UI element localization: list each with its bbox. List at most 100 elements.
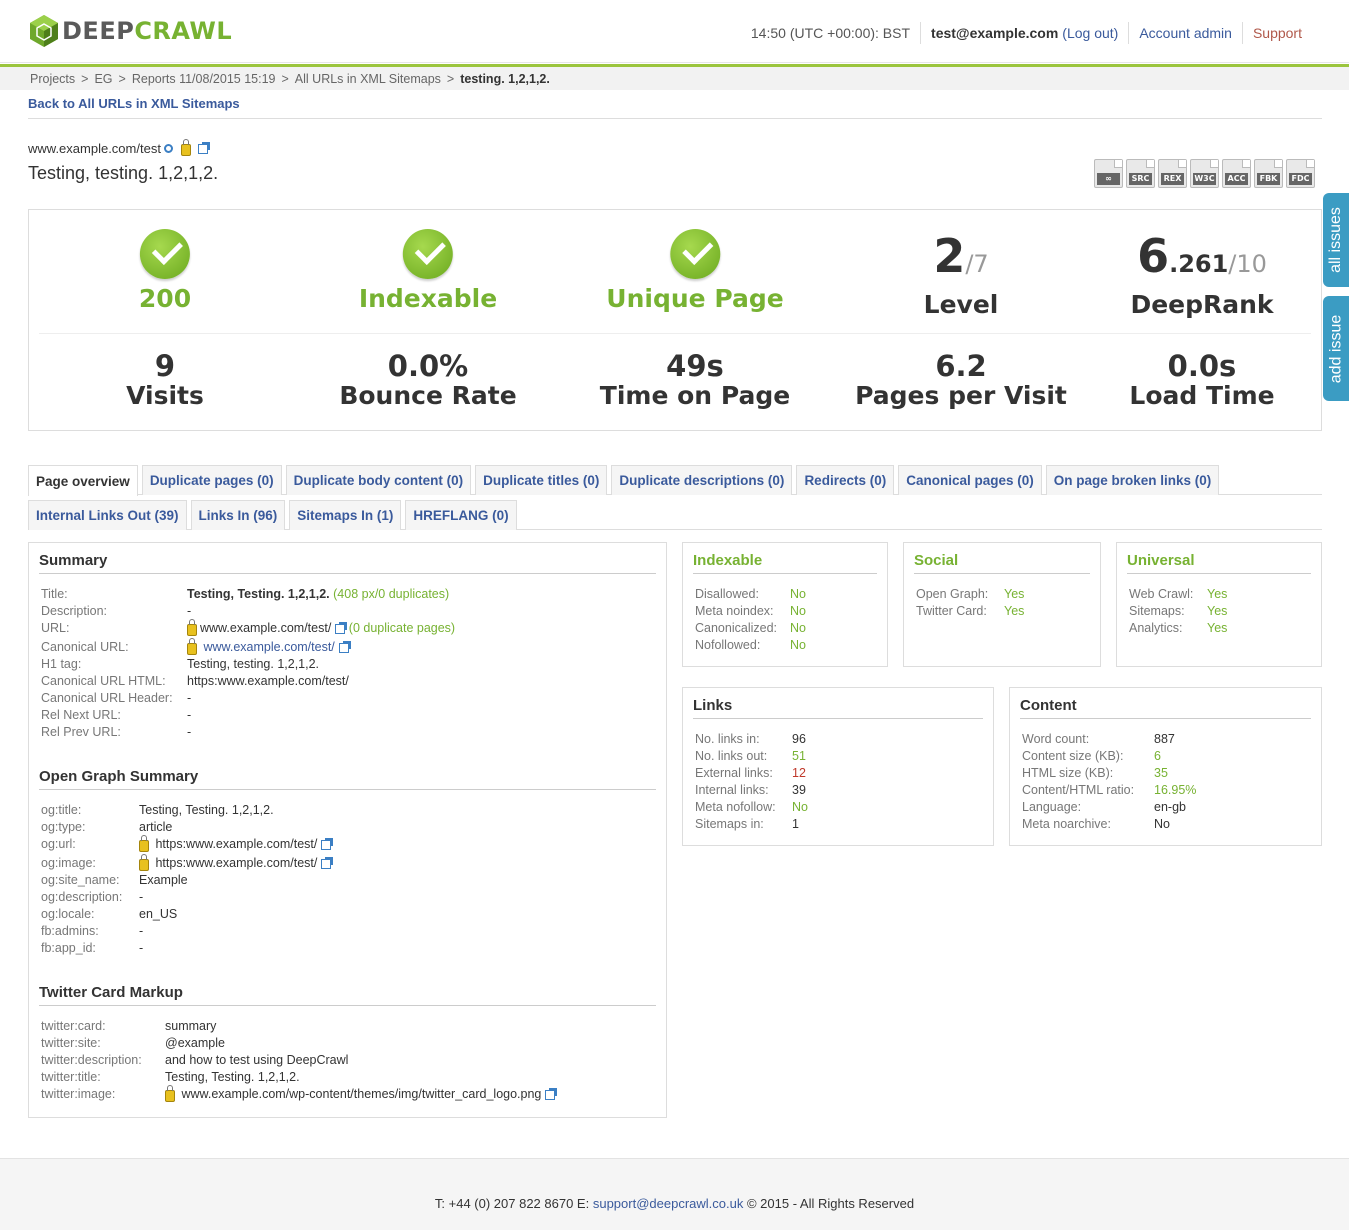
og-site-name: Example [139, 873, 188, 887]
twitter-title: Testing, Testing. 1,2,1,2. [165, 1070, 300, 1084]
fb-app-id: - [139, 941, 144, 955]
og-type: article [139, 820, 173, 834]
content-html-ratio-value: 16.95% [1154, 783, 1197, 797]
pages-per-visit-stat: 6.2 Pages per Visit [855, 349, 1067, 410]
og-description: - [139, 890, 144, 904]
tab-duplicate-titles[interactable]: Duplicate titles (0) [475, 465, 608, 495]
stats-box: 200 Indexable Unique Page 2/7 Level 6.26… [28, 209, 1322, 431]
canonical-url-link[interactable]: www.example.com/test/ [203, 639, 334, 656]
breadcrumb-separator: > [118, 71, 126, 86]
summary-heading: Summary [39, 543, 656, 574]
logo-text-crawl: CRAWL [134, 17, 233, 45]
analytics-value: Yes [1207, 621, 1228, 635]
og-image: https:www.example.com/test/ [155, 856, 318, 870]
language-value: en-gb [1154, 800, 1186, 814]
add-issue-tab[interactable]: add issue [1323, 296, 1349, 401]
indexable-panel: Indexable Disallowed: No Meta noindex: No … [682, 542, 888, 667]
w3c-tool-icon[interactable]: W3C [1190, 159, 1219, 188]
nofollowed-value: No [790, 638, 806, 652]
footer-phone: T: +44 (0) 207 822 8670 E: [434, 1196, 590, 1211]
tab-duplicate-body-content[interactable]: Duplicate body content (0) [285, 465, 472, 495]
lock-icon [139, 853, 149, 871]
indexable-heading: Indexable [693, 543, 877, 574]
src-tool-icon[interactable]: SRC [1126, 159, 1155, 188]
tab-redirects[interactable]: Redirects (0) [796, 465, 895, 495]
external-link-icon[interactable] [338, 640, 351, 653]
breadcrumb-separator: > [446, 71, 455, 86]
links-in-value: 96 [792, 732, 806, 746]
tab-broken-links[interactable]: On page broken links (0) [1045, 465, 1220, 495]
lock-icon [139, 834, 149, 852]
external-links-value[interactable]: 12 [792, 765, 806, 782]
all-issues-tab[interactable]: all issues [1323, 193, 1349, 287]
fbk-tool-icon[interactable]: FBK [1254, 159, 1283, 188]
twitter-site: @example [165, 1036, 225, 1050]
links-heading: Links [693, 688, 983, 719]
logo-cube-icon [30, 15, 58, 47]
sitemaps-value: Yes [1207, 604, 1228, 618]
external-link-icon[interactable] [321, 856, 334, 869]
account-admin-link[interactable]: Account admin [1139, 25, 1232, 41]
breadcrumb-eg[interactable]: EG [94, 72, 112, 86]
tab-hreflang[interactable]: HREFLANG (0) [405, 500, 517, 530]
check-icon [670, 229, 720, 279]
indexable-stat: Indexable [359, 229, 497, 313]
tab-duplicate-pages[interactable]: Duplicate pages (0) [141, 465, 282, 495]
visits-stat: 9 Visits [126, 349, 204, 410]
fdc-tool-icon[interactable]: FDC [1286, 159, 1315, 188]
links-panel: Links No. links in: 96 No. links out: 51 E… [682, 687, 994, 846]
logout-link[interactable]: (Log out) [1062, 25, 1118, 41]
twitter-description: and how to test using DeepCrawl [165, 1053, 349, 1067]
share-tool-icon[interactable]: ∞ [1094, 159, 1123, 188]
breadcrumb-report-type[interactable]: All URLs in XML Sitemaps [295, 72, 441, 86]
breadcrumb-separator: > [81, 71, 89, 86]
lock-icon [165, 1084, 175, 1102]
universal-heading: Universal [1127, 543, 1311, 574]
title-pixel-info[interactable]: (408 px/0 duplicates) [333, 586, 449, 603]
meta-noarchive-value: No [1154, 817, 1170, 831]
lock-icon [187, 618, 197, 636]
twitter-card-value: Yes [1004, 604, 1025, 618]
links-out-value[interactable]: 51 [792, 748, 806, 765]
word-count-value: 887 [1154, 732, 1175, 746]
social-panel: Social Open Graph: Yes Twitter Card: Yes [903, 542, 1101, 667]
support-link[interactable]: Support [1253, 25, 1302, 41]
breadcrumb-report[interactable]: Reports 11/08/2015 15:19 [132, 72, 276, 86]
page-title: Testing, testing. 1,2,1,2. [28, 163, 219, 183]
tab-links-in[interactable]: Links In (96) [190, 500, 286, 530]
og-locale: en_US [139, 907, 178, 921]
bounce-rate-stat: 0.0% Bounce Rate [339, 349, 517, 410]
back-link[interactable]: Back to All URLs in XML Sitemaps [28, 96, 240, 111]
summary-rel-next: - [187, 708, 192, 722]
time-on-page-stat: 49s Time on Page [599, 349, 791, 410]
top-header: DEEPCRAWL 14:50 (UTC +00:00): BST test@e… [0, 0, 1349, 63]
tab-canonical-pages[interactable]: Canonical pages (0) [898, 465, 1042, 495]
tab-page-overview[interactable]: Page overview [28, 465, 138, 496]
status-code-stat: 200 [139, 229, 191, 313]
footer-email-link[interactable]: support@deepcrawl.co.uk [593, 1196, 744, 1211]
server-time: 14:50 (UTC +00:00): BST [750, 25, 911, 41]
tab-duplicate-descriptions[interactable]: Duplicate descriptions (0) [611, 465, 793, 495]
duplicate-pages-link[interactable]: (0 duplicate pages) [349, 620, 455, 637]
breadcrumb-projects[interactable]: Projects [30, 72, 75, 86]
deepcrawl-logo[interactable]: DEEPCRAWL [28, 14, 232, 48]
load-time-stat: 0.0s Load Time [1129, 349, 1275, 410]
external-link-icon[interactable] [321, 837, 334, 850]
open-graph-value: Yes [1004, 587, 1025, 601]
fb-admins: - [139, 924, 144, 938]
acc-tool-icon[interactable]: ACC [1222, 159, 1251, 188]
meta-noindex-value: No [790, 604, 806, 618]
rex-tool-icon[interactable]: REX [1158, 159, 1187, 188]
tab-internal-links-out[interactable]: Internal Links Out (39) [28, 500, 187, 530]
external-link-icon[interactable] [197, 141, 210, 154]
deeprank-stat: 6.261/10 DeepRank [1130, 229, 1274, 319]
summary-rel-prev: - [187, 725, 192, 739]
disallowed-value: No [790, 587, 806, 601]
external-link-icon[interactable] [545, 1087, 558, 1100]
summary-h1: Testing, testing. 1,2,1,2. [187, 657, 320, 671]
inspect-url-icon[interactable] [163, 144, 173, 153]
tab-sitemaps-in[interactable]: Sitemaps In (1) [289, 500, 402, 530]
logo-text-deep: DEEP [62, 17, 135, 45]
external-link-icon[interactable] [335, 621, 348, 634]
og-list: og:title: Testing, Testing. 1,2,1,2. og:t… [39, 802, 656, 957]
